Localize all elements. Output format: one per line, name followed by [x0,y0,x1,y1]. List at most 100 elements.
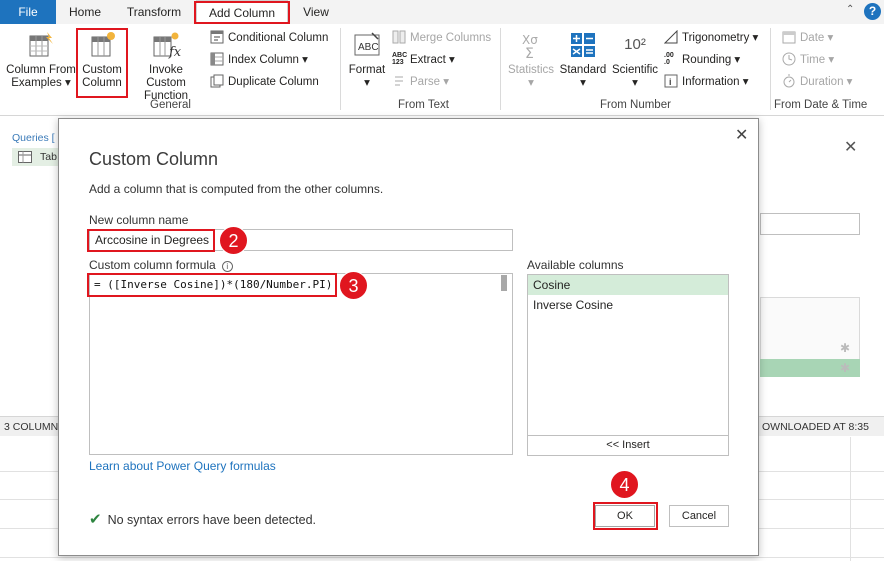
formula-label: Custom column formula i [89,258,233,272]
duplicate-column-icon [210,74,224,88]
highlight-ok [593,502,658,530]
parse-button[interactable]: Parse ▾ [392,73,449,91]
scientific-icon: 10² [624,36,646,53]
available-column-item[interactable]: Inverse Cosine [528,295,728,315]
group-separator [340,28,341,110]
grid-line [850,437,851,561]
dialog-subtitle: Add a column that is computed from the o… [89,182,384,196]
close-settings-icon[interactable]: ✕ [844,137,857,157]
new-column-name-label: New column name [89,213,189,227]
index-column-button[interactable]: Index Column ▾ [210,51,308,69]
group-label-from-date-time: From Date & Time [774,99,868,111]
conditional-column-icon [210,30,224,44]
svg-text:Xσ: Xσ [522,33,538,47]
tab-file[interactable]: File [0,0,56,24]
highlight-formula [87,273,337,297]
extract-icon: ABC 123 [392,52,408,66]
format-label: Format [348,64,386,76]
duplicate-column-button[interactable]: Duplicate Column [210,73,319,91]
group-label-general: General [150,99,191,111]
standard-label: Standard [559,64,607,76]
format-button[interactable]: ABC Format ▾ [346,30,388,90]
info-icon[interactable]: i [221,261,233,272]
invoke-custom-function-button[interactable]: fx Invoke Custom Function [128,30,204,103]
clock-icon [782,52,796,66]
highlight-column-name [87,229,215,252]
duration-button[interactable]: Duration ▾ [782,73,852,91]
formula-scrollbar[interactable] [501,275,507,291]
cancel-button[interactable]: Cancel [669,505,729,527]
parse-icon [392,74,406,88]
queries-header[interactable]: Queries [ [12,132,55,144]
column-from-examples-button[interactable]: Column From Examples ▾ [4,30,78,90]
available-columns-list: Cosine Inverse Cosine [527,274,729,454]
group-label-from-number: From Number [600,99,671,111]
highlight-custom-column [76,28,128,98]
information-icon: i [664,74,678,88]
tab-home[interactable]: Home [62,0,108,24]
svg-text:Σ: Σ [525,46,534,60]
column-from-examples-label-2: Examples ▾ [11,77,71,89]
rounding-icon: .00.0 [664,52,674,66]
gear-icon[interactable]: ✱ [840,341,850,355]
tab-transform[interactable]: Transform [118,0,190,24]
rounding-button[interactable]: .00.0 Rounding ▾ [664,51,740,69]
learn-power-query-link[interactable]: Learn about Power Query formulas [89,459,276,473]
tab-view[interactable]: View [296,0,336,24]
merge-columns-icon [392,30,406,44]
scientific-label: Scientific [611,64,659,76]
scientific-button[interactable]: 10² Scientific ▾ [610,30,660,90]
trigonometry-button[interactable]: Trigonometry ▾ [663,29,758,47]
standard-button[interactable]: Standard ▾ [558,30,608,90]
ribbon-tab-bar: File Home Transform Add Column View ⌃ ? [0,0,884,24]
grid-line [0,557,884,558]
insert-button[interactable]: << Insert [527,435,729,456]
column-from-examples-label-1: Column From [6,64,76,76]
column-from-examples-icon [26,30,56,60]
status-columns-text: 3 COLUMN [4,421,59,433]
format-icon: ABC [352,30,382,60]
statistics-icon: Xσ Σ [516,30,546,62]
help-icon[interactable]: ? [864,3,881,20]
statistics-label: Statistics [507,64,554,76]
power-query-window: File Home Transform Add Column View ⌃ ? … [0,0,884,561]
formula-editor[interactable]: = ([Inverse Cosine])*(180/Number.PI) [89,273,513,455]
custom-column-dialog: ✕ Custom Column Add a column that is com… [58,118,759,556]
statistics-button[interactable]: Xσ Σ Statistics ▾ [506,30,556,90]
svg-text:fx: fx [168,45,181,60]
syntax-status: ✔ No syntax errors have been detected. [89,511,317,528]
index-column-icon [210,52,224,66]
stopwatch-icon [782,74,796,88]
information-button[interactable]: i Information ▾ [664,73,749,91]
extract-button[interactable]: ABC 123 Extract ▾ [392,51,455,69]
invoke-custom-function-label-1: Invoke Custom [146,64,186,89]
step-badge-2: 2 [219,226,248,255]
collapse-ribbon-icon[interactable]: ⌃ [846,4,854,15]
group-separator [770,28,771,110]
group-separator [500,28,501,110]
ribbon: Column From Examples ▾ Custom Column fx … [0,24,884,116]
checkmark-icon: ✔ [89,511,102,528]
step-badge-4: 4 [610,470,639,499]
highlight-add-column [194,1,290,24]
available-column-item[interactable]: Cosine [528,275,728,295]
query-settings-pane: ✕ ✱ ✱ [760,117,884,416]
svg-text:i: i [669,77,672,87]
date-button[interactable]: Date ▾ [782,29,833,47]
step-badge-3: 3 [339,271,368,300]
conditional-column-button[interactable]: Conditional Column [210,29,328,47]
group-label-from-text: From Text [398,99,449,111]
settings-name-field[interactable] [760,213,860,235]
standard-operators-icon [568,30,598,60]
close-icon[interactable]: ✕ [735,125,748,145]
svg-text:ABC: ABC [358,42,379,53]
merge-columns-button[interactable]: Merge Columns [392,29,491,47]
invoke-custom-function-icon: fx [151,30,182,60]
table-icon [18,151,32,169]
query-item[interactable]: Tab [12,148,62,166]
available-columns-label: Available columns [527,258,624,272]
gear-icon[interactable]: ✱ [840,361,850,375]
calendar-icon [782,30,796,44]
dialog-title: Custom Column [89,149,219,169]
time-button[interactable]: Time ▾ [782,51,834,69]
